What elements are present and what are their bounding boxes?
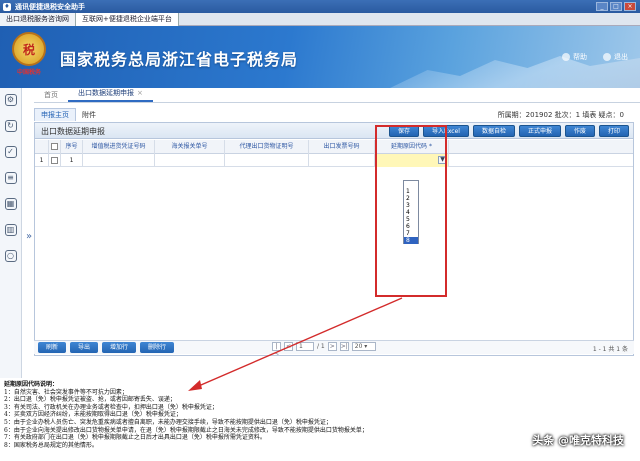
minimize-button[interactable]: _ — [596, 2, 608, 11]
grid-header-rownum — [35, 140, 49, 154]
window-controls: _ □ × — [596, 2, 636, 11]
formal-declare-button[interactable]: 正式申报 — [518, 125, 561, 137]
logout-label: 退出 — [614, 53, 628, 61]
window-titlebar: ♦ 通讯便捷退税安全助手 _ □ × — [0, 0, 640, 13]
notes-line-5: 5：由于企业办税人员伤亡、突发危重疾病或者擅自离职，未能办理交接手续，导致不能按… — [4, 418, 332, 426]
row-checkbox[interactable] — [51, 157, 58, 164]
chart-icon[interactable]: ▥ — [4, 224, 17, 236]
panel-header: 出口数据延期申报 保存 导入Excel 数据自检 正式申报 作废 打印 — [35, 123, 633, 139]
browser-tab-consult[interactable]: 出口退税服务咨询网 — [0, 13, 76, 26]
row-index: 1 — [35, 154, 49, 167]
bureau-name: 国家税务总局浙江省电子税务局 — [60, 52, 299, 69]
bottom-buttons: 刷新 导出 增加行 删除行 — [38, 342, 175, 353]
watermark-text: 头条 @唯克特科技 — [532, 434, 624, 447]
export-button[interactable]: 导出 — [70, 342, 99, 353]
tab-attachment[interactable]: 附件 — [76, 109, 102, 121]
grid-header: 序号 增值税进货凭证号码 海关报关单号 代理出口货物证明号 出口发票号码 延期原… — [35, 140, 633, 154]
refresh-icon[interactable]: ↻ — [4, 120, 17, 132]
help-link[interactable]: 帮助 — [562, 52, 587, 62]
emblem-circle: 税 — [12, 32, 46, 66]
left-icon-sidebar: ⚙ ↻ ✓ ≡ ▦ ▥ ○ — [0, 88, 22, 378]
browser-tab-platform[interactable]: 互联网+便捷退税企业端平台 — [76, 13, 179, 26]
emblem-caption: 中国税务 — [16, 69, 41, 76]
tab-export-delay-label: 出口数据延期申报 — [78, 89, 134, 97]
tab-home[interactable]: 首页 — [34, 89, 68, 102]
grid-header-invoice: 出口发票号码 — [309, 140, 375, 154]
tax-emblem-logo: 税 中国税务 — [12, 32, 46, 76]
grid-header-agent: 代理出口货物证明号 — [225, 140, 309, 154]
expand-sidebar-icon[interactable]: » — [24, 229, 34, 245]
row-invoice-cell[interactable] — [309, 154, 375, 167]
void-button[interactable]: 作废 — [564, 125, 595, 137]
row-vat-cell[interactable] — [83, 154, 155, 167]
notes-title: 延期原因代码说明： — [4, 381, 59, 388]
row-filler — [449, 154, 633, 167]
app-shield-icon: ♦ — [3, 2, 11, 11]
row-agent-cell[interactable] — [225, 154, 309, 167]
period-meta-info: 所属期：201902 批次：1 填表 疑点：0 — [497, 111, 624, 119]
self-check-button[interactable]: 数据自检 — [472, 125, 515, 137]
shield-check-icon[interactable]: ✓ — [4, 146, 17, 158]
add-row-button[interactable]: 增加行 — [102, 342, 137, 353]
notes-line-2: 2：出口退（免）税申报凭证被盗、抢，或者因邮寄丢失、误递； — [4, 396, 176, 404]
notes-line-4: 4：买卖双方因经济纠纷，未能按期取得出口退（免）税申报凭证； — [4, 411, 182, 419]
grid-header-filler — [449, 140, 633, 154]
logout-icon — [603, 53, 611, 61]
grid-header-customs: 海关报关单号 — [155, 140, 225, 154]
panel-title: 出口数据延期申报 — [41, 127, 105, 136]
document-icon[interactable]: ≡ — [4, 172, 17, 184]
grid-header-seq: 序号 — [61, 140, 83, 154]
maximize-button[interactable]: □ — [610, 2, 622, 11]
refresh-button[interactable]: 刷新 — [38, 342, 67, 353]
select-all-checkbox[interactable] — [51, 143, 58, 150]
print-button[interactable]: 打印 — [598, 125, 629, 137]
record-count: 1 - 1 共 1 条 — [592, 346, 628, 353]
settings-icon[interactable]: ⚙ — [4, 94, 17, 106]
window-title: 通讯便捷退税安全助手 — [15, 2, 85, 11]
header-banner: 税 中国税务 国家税务总局浙江省电子税务局 帮助 退出 — [0, 26, 640, 88]
close-button[interactable]: × — [624, 2, 636, 11]
logout-link[interactable]: 退出 — [603, 52, 628, 62]
tab-close-icon[interactable]: × — [137, 89, 143, 97]
highlight-box — [375, 125, 447, 297]
help-icon — [562, 53, 570, 61]
search-icon[interactable]: ○ — [4, 250, 17, 262]
delete-row-button[interactable]: 删除行 — [140, 342, 175, 353]
help-label: 帮助 — [573, 53, 587, 61]
page-tab-bar: 首页 出口数据延期申报 × — [34, 88, 640, 103]
grid-header-checkbox[interactable] — [49, 140, 61, 154]
browser-tab-bar: 出口退税服务咨询网 互联网+便捷退税企业端平台 — [0, 13, 640, 26]
tab-declare-main[interactable]: 申报主页 — [34, 108, 76, 121]
row-customs-cell[interactable] — [155, 154, 225, 167]
calendar-icon[interactable]: ▦ — [4, 198, 17, 210]
header-links: 帮助 退出 — [562, 52, 628, 62]
row-seq: 1 — [61, 154, 83, 167]
tab-export-delay[interactable]: 出口数据延期申报 × — [68, 87, 153, 102]
grid-header-vat: 增值税进货凭证号码 — [83, 140, 155, 154]
table-row[interactable]: 1 1 ▼ — [35, 154, 633, 167]
row-checkbox-cell[interactable] — [49, 154, 61, 167]
